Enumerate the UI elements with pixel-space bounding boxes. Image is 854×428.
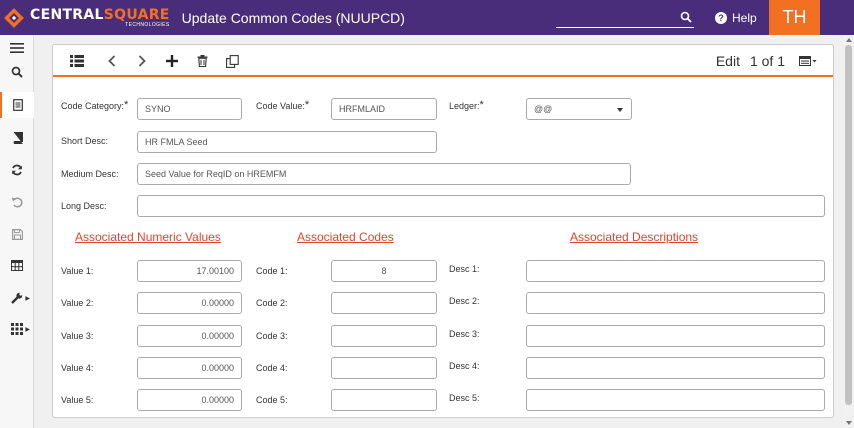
record-toolbar: Edit 1 of 1 xyxy=(53,45,833,77)
page-title: Update Common Codes (NUUPCD) xyxy=(181,9,405,26)
code-label: Code 2: xyxy=(256,298,288,308)
desc-field[interactable] xyxy=(526,389,825,411)
scroll-up-icon[interactable] xyxy=(846,38,852,42)
value-field[interactable]: 0.00000 xyxy=(137,292,242,314)
desc-field[interactable] xyxy=(526,292,825,314)
ledger-select[interactable]: @@ xyxy=(526,98,632,120)
mode-label: Edit xyxy=(715,53,740,69)
value-label: Value 1: xyxy=(61,266,94,276)
chevron-right-icon: ▶ xyxy=(25,326,30,333)
code-label: Code 1: xyxy=(256,266,288,276)
value-field[interactable]: 0.00000 xyxy=(137,325,242,347)
logo-mark-icon xyxy=(4,7,24,28)
value-label: Value 3: xyxy=(61,331,94,341)
associated-descriptions-heading[interactable]: Associated Descriptions xyxy=(570,230,698,244)
previous-icon[interactable] xyxy=(104,53,120,69)
global-search xyxy=(556,8,694,28)
logo-wordmark: CENTRALSQUARE xyxy=(30,6,170,23)
table-icon[interactable] xyxy=(0,252,34,278)
code-field[interactable] xyxy=(331,389,437,411)
search-icon[interactable] xyxy=(680,11,692,23)
long-desc-field[interactable] xyxy=(137,195,825,217)
help-button[interactable]: ? Help xyxy=(715,0,757,35)
caret-down-icon xyxy=(617,108,623,112)
scroll-thumb[interactable] xyxy=(845,45,852,405)
copy-icon[interactable] xyxy=(224,53,240,69)
code-field[interactable] xyxy=(331,357,437,379)
medium-desc-field[interactable]: Seed Value for ReqID on HREMFM xyxy=(137,163,631,185)
code-category-label: Code Category:* xyxy=(61,99,129,111)
medium-desc-label: Medium Desc: xyxy=(61,169,119,179)
short-desc-field[interactable]: HR FMLA Seed xyxy=(137,131,437,153)
user-avatar[interactable]: TH xyxy=(769,0,820,35)
ledger-label: Ledger:* xyxy=(449,99,484,111)
desc-field[interactable] xyxy=(526,260,825,282)
long-desc-label: Long Desc: xyxy=(61,201,107,211)
book-icon[interactable] xyxy=(0,125,34,151)
value-label: Value 2: xyxy=(61,298,94,308)
record-status: Edit 1 of 1 xyxy=(716,45,817,77)
desc-label: Desc 5: xyxy=(449,393,480,403)
search-input[interactable] xyxy=(556,8,674,26)
record-count: 1 of 1 xyxy=(749,53,785,69)
vertical-scrollbar[interactable] xyxy=(843,35,854,428)
desc-field[interactable] xyxy=(526,325,825,347)
undo-icon[interactable] xyxy=(0,189,34,215)
wrench-icon[interactable]: ▶ xyxy=(0,285,34,311)
desc-label: Desc 3: xyxy=(449,329,480,339)
desc-label: Desc 2: xyxy=(449,296,480,306)
value-label: Value 4: xyxy=(61,363,94,373)
logo-tagline: TECHNOLOGIES xyxy=(125,21,170,28)
next-icon[interactable] xyxy=(134,53,150,69)
code-label: Code 3: xyxy=(256,331,288,341)
app-header: CENTRALSQUARE TECHNOLOGIES Update Common… xyxy=(0,0,854,35)
desc-field[interactable] xyxy=(526,357,825,379)
delete-icon[interactable] xyxy=(194,53,210,69)
chevron-right-icon: ▶ xyxy=(25,295,30,302)
help-label: Help xyxy=(732,10,757,25)
grid-icon[interactable]: ▶ xyxy=(0,316,34,342)
centralsquare-logo[interactable]: CENTRALSQUARE TECHNOLOGIES xyxy=(4,0,170,35)
code-field[interactable] xyxy=(331,325,437,347)
view-menu-icon[interactable] xyxy=(799,56,817,66)
short-desc-label: Short Desc: xyxy=(61,136,109,146)
code-category-field[interactable]: SYNO xyxy=(137,98,242,120)
associated-numeric-values-heading[interactable]: Associated Numeric Values xyxy=(75,230,221,244)
menu-icon[interactable] xyxy=(0,35,34,61)
code-label: Code 5: xyxy=(256,395,288,405)
code-field[interactable] xyxy=(331,292,437,314)
desc-label: Desc 4: xyxy=(449,361,480,371)
refresh-icon[interactable] xyxy=(0,157,34,183)
code-field[interactable]: 8 xyxy=(331,260,437,282)
code-value-label: Code Value:* xyxy=(256,99,310,111)
value-field[interactable]: 0.00000 xyxy=(137,357,242,379)
value-field[interactable]: 0.00000 xyxy=(137,389,242,411)
scroll-down-icon[interactable] xyxy=(846,421,852,425)
add-icon[interactable] xyxy=(164,53,180,69)
desc-label: Desc 1: xyxy=(449,264,480,274)
list-icon[interactable] xyxy=(69,53,85,69)
search-icon[interactable] xyxy=(0,59,34,85)
value-field[interactable]: 17.00100 xyxy=(137,260,242,282)
value-label: Value 5: xyxy=(61,395,94,405)
code-label: Code 4: xyxy=(256,363,288,373)
question-icon: ? xyxy=(715,11,727,24)
form-icon[interactable] xyxy=(0,92,34,118)
code-value-field[interactable]: HRFMLAID xyxy=(331,98,437,120)
left-nav-rail: ▶ ▶ xyxy=(0,35,34,428)
ledger-value: @@ xyxy=(534,104,553,114)
associated-codes-heading[interactable]: Associated Codes xyxy=(297,230,394,244)
save-icon[interactable] xyxy=(0,221,34,247)
